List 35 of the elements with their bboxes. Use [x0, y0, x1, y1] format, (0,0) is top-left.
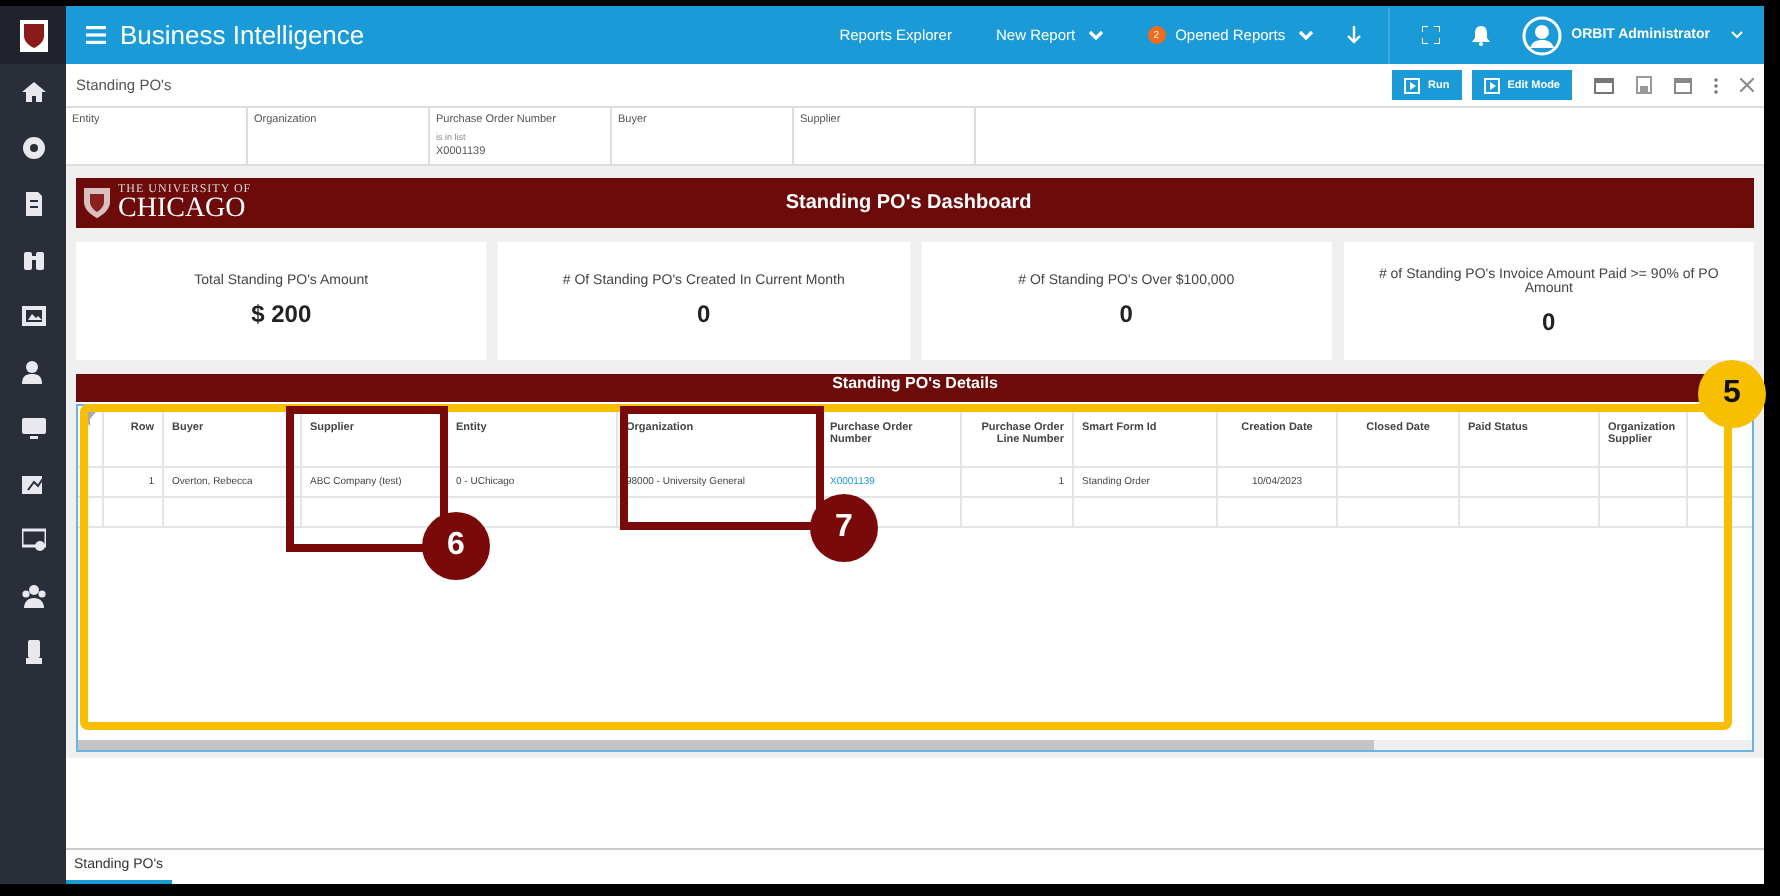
play-icon: [1483, 77, 1500, 93]
chart-icon[interactable]: [21, 472, 45, 496]
kpi-value: 0: [1119, 300, 1133, 328]
kpi-value: 0: [697, 300, 711, 328]
people-icon[interactable]: [21, 584, 45, 608]
caret-icon[interactable]: [1297, 29, 1314, 41]
device-icon[interactable]: [21, 640, 45, 664]
avatar-icon[interactable]: [1521, 15, 1562, 55]
fullscreen-icon[interactable]: [1421, 26, 1440, 44]
scrollbar-thumb[interactable]: [78, 740, 1374, 750]
play-icon: [1404, 77, 1421, 93]
filter-icon[interactable]: [82, 412, 96, 426]
screen-icon[interactable]: [21, 528, 45, 552]
crest-icon: [84, 188, 110, 218]
user-icon[interactable]: [21, 360, 45, 384]
window-icon[interactable]: [1594, 77, 1614, 93]
image-icon[interactable]: [21, 304, 45, 328]
panel-title: Standing PO's Details: [832, 374, 998, 392]
shield-logo-icon[interactable]: [19, 19, 47, 51]
caret-icon[interactable]: [1730, 30, 1744, 40]
dashboard-title: Standing PO's Dashboard: [783, 192, 1034, 214]
menu-icon[interactable]: [86, 26, 106, 44]
home-icon[interactable]: [21, 80, 45, 104]
doc-icon[interactable]: [21, 192, 45, 216]
bell-icon[interactable]: [1471, 25, 1490, 45]
kpi-value: 0: [1542, 307, 1556, 335]
monitor-icon[interactable]: [21, 416, 45, 440]
app-title: Business Intelligence: [120, 20, 365, 50]
download-icon[interactable]: [1345, 25, 1362, 45]
logo-title: CHICAGO: [118, 195, 248, 223]
caret-icon[interactable]: [1087, 29, 1104, 41]
close-icon[interactable]: [1740, 78, 1754, 92]
kpi-value: $ 200: [251, 300, 312, 328]
save-icon[interactable]: [1636, 76, 1652, 94]
calendar-icon[interactable]: [1674, 76, 1692, 94]
